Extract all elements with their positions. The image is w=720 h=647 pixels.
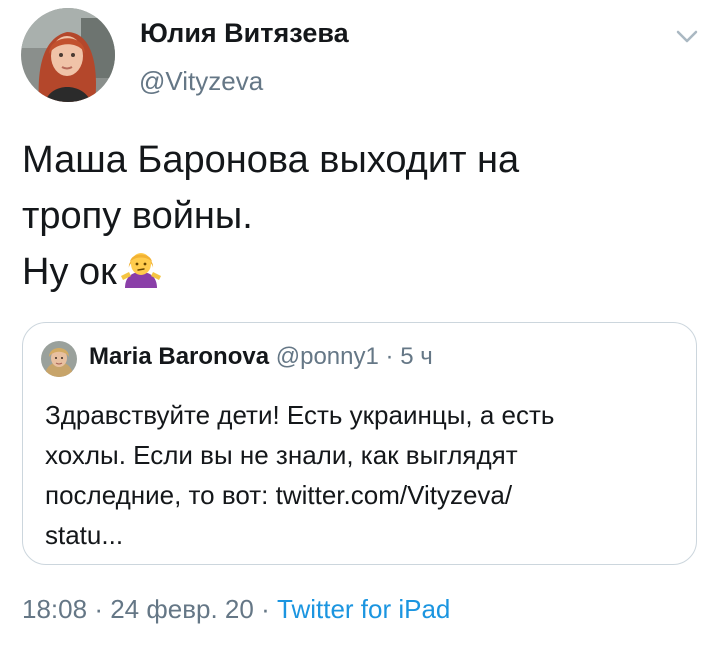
quoted-time: 5 ч bbox=[400, 343, 433, 370]
quoted-handle: @ponny1 bbox=[275, 343, 379, 370]
quoted-display-name: Maria Baronova bbox=[89, 343, 270, 370]
quoted-header: Maria Baronova @ponny1 · 5 ч bbox=[89, 343, 433, 371]
quoted-tweet-card[interactable]: Maria Baronova @ponny1 · 5 ч Здравствуйт… bbox=[22, 322, 697, 565]
quoted-line: хохлы. Если вы не знали, как выглядят bbox=[45, 440, 518, 470]
tweet-line: Ну ок bbox=[22, 244, 702, 300]
tweet-date[interactable]: 24 февр. 20 bbox=[110, 594, 254, 624]
chevron-down-icon[interactable] bbox=[674, 28, 700, 46]
quoted-line: Здравствуйте дети! Есть украинцы, а есть bbox=[45, 400, 555, 430]
tweet-meta: 18:08 · 24 февр. 20 · Twitter for iPad bbox=[22, 594, 450, 625]
tweet-line: тропу войны. bbox=[22, 195, 253, 237]
quoted-separator: · bbox=[385, 343, 394, 370]
author-display-name[interactable]: Юлия Витязева bbox=[140, 18, 349, 49]
author-handle[interactable]: @Vityzeva bbox=[139, 66, 263, 97]
quoted-line: statu... bbox=[45, 520, 124, 550]
tweet-line-text: Ну ок bbox=[22, 251, 117, 293]
tweet-line: Маша Баронова выходит на bbox=[22, 139, 520, 181]
meta-separator: · bbox=[94, 594, 103, 624]
avatar-image bbox=[21, 8, 115, 102]
quoted-line: последние, то вот: twitter.com/Vityzeva/ bbox=[45, 480, 513, 510]
meta-separator: · bbox=[261, 594, 270, 624]
avatar[interactable] bbox=[21, 8, 115, 102]
person-shrugging-emoji-icon bbox=[119, 246, 163, 290]
tweet-source-link[interactable]: Twitter for iPad bbox=[277, 594, 450, 624]
quoted-text: Здравствуйте дети! Есть украинцы, а есть… bbox=[45, 395, 685, 555]
quoted-avatar bbox=[41, 341, 77, 377]
tweet-time[interactable]: 18:08 bbox=[22, 594, 87, 624]
tweet-text: Маша Баронова выходит на тропу войны. Ну… bbox=[22, 132, 702, 300]
